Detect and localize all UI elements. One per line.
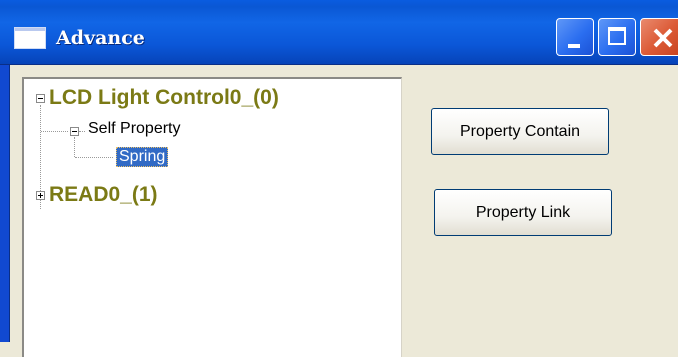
close-button[interactable] — [640, 18, 678, 56]
tree-connector — [75, 157, 113, 158]
tree-node-lcd-light-control[interactable]: LCD Light Control0_(0) — [49, 86, 279, 110]
tree-node-spring[interactable]: Spring — [116, 147, 169, 167]
property-tree[interactable]: LCD Light Control0_(0) Self Property Spr… — [22, 77, 402, 357]
minimize-icon — [568, 44, 580, 48]
maximize-button[interactable] — [598, 18, 636, 56]
property-link-button[interactable]: Property Link — [434, 189, 612, 236]
minimize-button[interactable] — [556, 18, 594, 56]
tree-node-read0[interactable]: READ0_(1) — [49, 183, 158, 207]
window-icon — [14, 27, 46, 49]
tree-connector — [74, 137, 75, 157]
window-left-frame — [0, 65, 10, 342]
expand-toggle-icon[interactable] — [36, 191, 45, 200]
property-contain-button[interactable]: Property Contain — [431, 108, 609, 155]
collapse-toggle-icon[interactable] — [70, 127, 79, 136]
tree-connector — [41, 131, 68, 132]
window-title: Advance — [56, 27, 145, 49]
maximize-icon — [608, 27, 626, 45]
collapse-toggle-icon[interactable] — [36, 94, 45, 103]
tree-connector — [79, 131, 85, 132]
tree-node-self-property[interactable]: Self Property — [88, 119, 180, 139]
close-icon — [653, 28, 673, 48]
title-bar[interactable]: Advance — [0, 0, 678, 65]
